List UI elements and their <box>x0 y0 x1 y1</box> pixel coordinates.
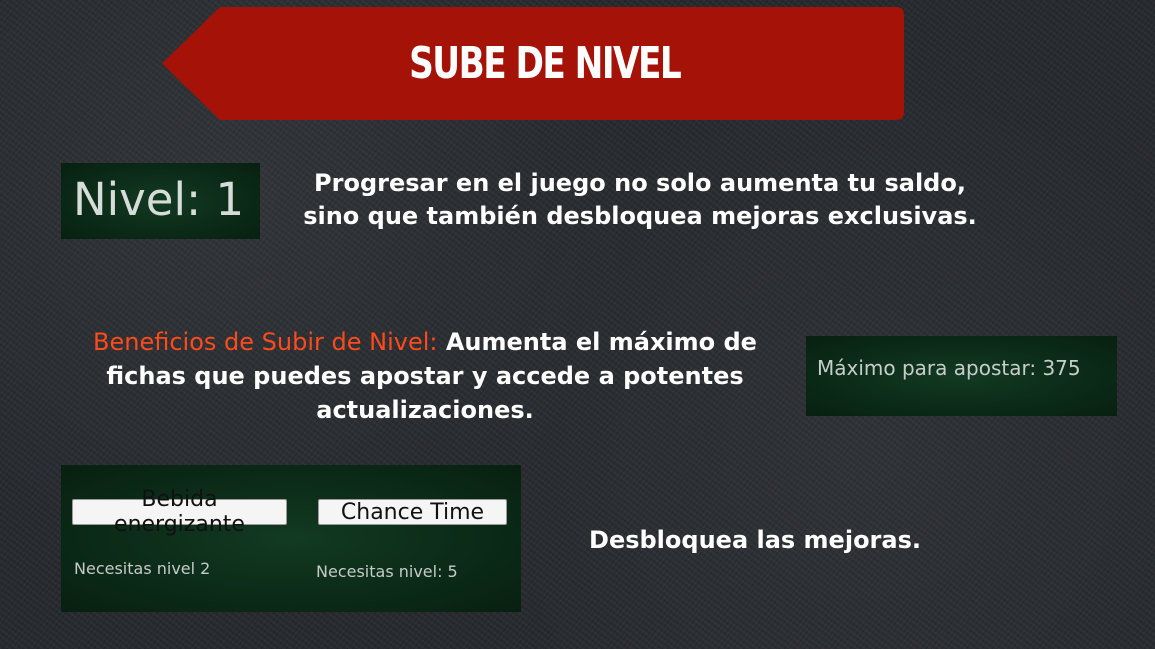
chance-time-requirement: Necesitas nivel: 5 <box>316 562 458 581</box>
chance-time-button[interactable]: Chance Time <box>318 499 507 525</box>
max-bet-panel: Máximo para apostar: 375 <box>806 336 1117 416</box>
banner-title: SUBE DE NIVEL <box>409 38 682 89</box>
benefits-paragraph: Beneficios de Subir de Nivel: Aumenta el… <box>60 325 790 427</box>
intro-paragraph: Progresar en el juego no solo aumenta tu… <box>303 169 977 230</box>
upgrades-panel: Bebida energizante Chance Time Necesitas… <box>61 465 521 612</box>
unlock-paragraph: Desbloquea las mejoras. <box>589 526 921 554</box>
energy-drink-button[interactable]: Bebida energizante <box>72 487 287 537</box>
energy-drink-requirement: Necesitas nivel 2 <box>74 559 211 578</box>
level-label: Nivel: 1 <box>73 173 245 226</box>
max-bet-label: Máximo para apostar: 375 <box>817 356 1081 380</box>
title-banner: SUBE DE NIVEL <box>162 7 904 120</box>
benefits-heading: Beneficios de Subir de Nivel: <box>93 328 438 356</box>
level-panel: Nivel: 1 <box>61 163 260 239</box>
